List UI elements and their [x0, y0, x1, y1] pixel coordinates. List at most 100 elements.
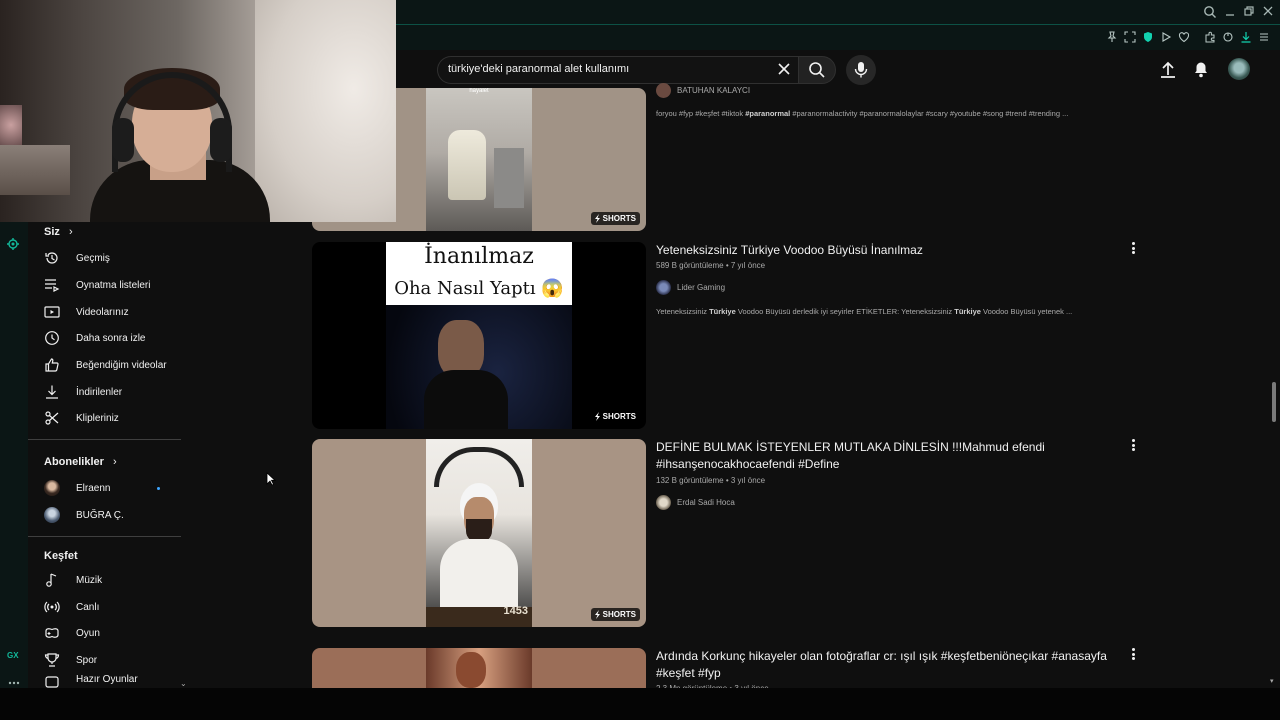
- player-icon[interactable]: [1159, 31, 1173, 45]
- download-icon[interactable]: [1239, 31, 1253, 45]
- vpn-shield-icon[interactable]: [1141, 31, 1155, 45]
- sidebar-item-history[interactable]: Geçmiş: [44, 247, 194, 269]
- clear-search-button[interactable]: [776, 60, 792, 78]
- result-channel[interactable]: Lider Gaming: [656, 280, 725, 295]
- downloads-icon: [46, 385, 58, 399]
- search-button[interactable]: [798, 56, 836, 84]
- result-thumbnail[interactable]: 1453 SHORTS: [312, 439, 646, 627]
- sidebar-item-sports[interactable]: Spor: [44, 649, 194, 671]
- sidebar-item-watch-later[interactable]: Daha sonra izle: [44, 327, 194, 349]
- close-window-icon[interactable]: [1260, 5, 1276, 21]
- shorts-badge: SHORTS: [590, 410, 640, 423]
- more-actions-button[interactable]: [1128, 241, 1138, 255]
- more-actions-button[interactable]: [1128, 438, 1138, 452]
- notifications-button[interactable]: [1190, 58, 1214, 82]
- thumbnail-caption: hayalet: [469, 88, 489, 94]
- liked-videos-icon: [45, 358, 59, 372]
- desc-highlight: Türkiye: [954, 307, 981, 316]
- music-icon: [46, 573, 57, 587]
- channel-name: BATUHAN KALAYCI: [677, 86, 751, 95]
- desc-highlight: Türkiye: [709, 307, 736, 316]
- subscription-bugra[interactable]: BUĞRA Ç.: [44, 504, 194, 526]
- browser-sidebar: [0, 222, 28, 688]
- sidebar-item-playlists[interactable]: Oynatma listeleri: [44, 274, 194, 296]
- tab-strip-accent: [396, 24, 1280, 25]
- sidebar-item-liked-videos[interactable]: Beğendiğim videolar: [44, 354, 194, 376]
- sidebar-item-music[interactable]: Müzik: [44, 569, 194, 591]
- more-actions-button[interactable]: [1128, 647, 1138, 661]
- sidebar-item-label: Müzik: [76, 574, 103, 586]
- subscriptions-heading-label: Abonelikler: [44, 456, 104, 468]
- channel-avatar: [44, 507, 60, 523]
- minimize-icon[interactable]: [1222, 5, 1238, 21]
- thumbnail-image: İnanılmaz Oha Nasıl Yaptı 😱: [386, 242, 572, 429]
- thumbnail-line-2: Oha Nasıl Yaptı 😱: [394, 278, 564, 299]
- subscription-elraenn[interactable]: Elraenn: [44, 477, 194, 499]
- snapshot-icon[interactable]: [1123, 31, 1137, 45]
- sidebar-item-live[interactable]: Canlı: [44, 596, 194, 618]
- result-thumbnail[interactable]: [312, 648, 646, 688]
- result-channel[interactable]: BATUHAN KALAYCI: [656, 83, 750, 98]
- result-title[interactable]: DEFİNE BULMAK İSTEYENLER MUTLAKA DİNLESİ…: [656, 439, 1056, 473]
- result-meta: 132 B görüntüleme • 3 yıl önce: [656, 476, 766, 485]
- sidebar-divider: [28, 439, 181, 440]
- scroll-down-arrow-icon[interactable]: ▾: [1270, 677, 1274, 685]
- sidebar-item-label: Spor: [76, 654, 98, 666]
- shorts-icon: [594, 610, 600, 619]
- result-thumbnail[interactable]: İnanılmaz Oha Nasıl Yaptı 😱 SHORTS: [312, 242, 646, 429]
- badge-label: SHORTS: [602, 610, 636, 619]
- pin-icon[interactable]: [1105, 31, 1119, 45]
- sidebar-item-label: Beğendiğim videolar: [76, 359, 167, 371]
- sidebar-item-playables[interactable]: Hazır Oyunlar: [44, 674, 194, 688]
- desc-text: Voodoo Büyüsü yetenek ...: [980, 307, 1073, 316]
- settings-gear-icon[interactable]: [6, 237, 22, 253]
- shorts-badge: SHORTS: [590, 212, 640, 225]
- channel-avatar: [656, 495, 671, 510]
- webcam-plant: [0, 105, 22, 145]
- more-icon[interactable]: [8, 672, 22, 685]
- sidebar-item-your-videos[interactable]: Videolarınız: [44, 301, 194, 323]
- microphone-icon: [854, 62, 868, 78]
- upload-button[interactable]: [1157, 58, 1181, 82]
- explore-heading: Keşfet: [44, 550, 78, 562]
- thumbnail-image: hayalet: [426, 88, 532, 231]
- restore-icon[interactable]: [1241, 5, 1257, 21]
- webcam-shelf: [0, 145, 70, 195]
- channel-name: Erdal Sadi Hoca: [677, 498, 735, 507]
- subscription-label: Elraenn: [76, 482, 111, 494]
- result-title[interactable]: Ardında Korkunç hikayeler olan fotoğrafl…: [656, 648, 1116, 682]
- thumbnail-line-1: İnanılmaz: [424, 244, 534, 269]
- subscriptions-heading[interactable]: Abonelikler ›: [44, 456, 117, 468]
- chevron-right-icon: ›: [112, 456, 117, 468]
- sidebar-item-clips[interactable]: Klipleriniz: [44, 407, 194, 429]
- account-avatar[interactable]: [1228, 58, 1250, 80]
- gx-control-icon[interactable]: [1221, 31, 1235, 45]
- browser-search-icon[interactable]: [1202, 5, 1218, 21]
- webcam-wall-light: [255, 0, 396, 222]
- sidebar-item-gaming[interactable]: Oyun: [44, 622, 194, 644]
- new-content-dot: [157, 487, 160, 490]
- gx-logo: GX: [7, 651, 19, 660]
- sidebar-item-label: Daha sonra izle: [76, 332, 146, 344]
- channel-avatar: [656, 83, 671, 98]
- result-description: foryou #fyp #keşfet #tiktok #paranormal …: [656, 109, 1126, 118]
- desc-text: foryou #fyp #keşfet #tiktok: [656, 109, 746, 118]
- sidebar-item-label: Klipleriniz: [76, 412, 119, 424]
- bell-icon: [1195, 62, 1207, 78]
- history-icon: [45, 252, 58, 264]
- clips-icon: [45, 411, 59, 425]
- heart-icon[interactable]: [1177, 31, 1191, 45]
- result-meta: 2,3 Mn görüntüleme • 3 yıl önce: [656, 684, 769, 688]
- chevron-right-icon: ›: [68, 226, 73, 238]
- voice-search-button[interactable]: [846, 55, 876, 85]
- trophy-icon: [44, 653, 60, 667]
- page-scrollbar-thumb[interactable]: [1272, 382, 1276, 422]
- sidebar-item-downloads[interactable]: İndirilenler: [44, 381, 194, 403]
- result-channel[interactable]: Erdal Sadi Hoca: [656, 495, 735, 510]
- you-section-heading[interactable]: Siz ›: [44, 226, 73, 238]
- easy-setup-icon[interactable]: [1257, 31, 1271, 45]
- your-videos-icon: [44, 306, 60, 318]
- guide-sidebar: Siz › Geçmiş Oynatma listeleri Videoları…: [28, 222, 188, 688]
- extensions-icon[interactable]: [1203, 31, 1217, 45]
- result-title[interactable]: Yeteneksizsiniz Türkiye Voodoo Büyüsü İn…: [656, 242, 1116, 259]
